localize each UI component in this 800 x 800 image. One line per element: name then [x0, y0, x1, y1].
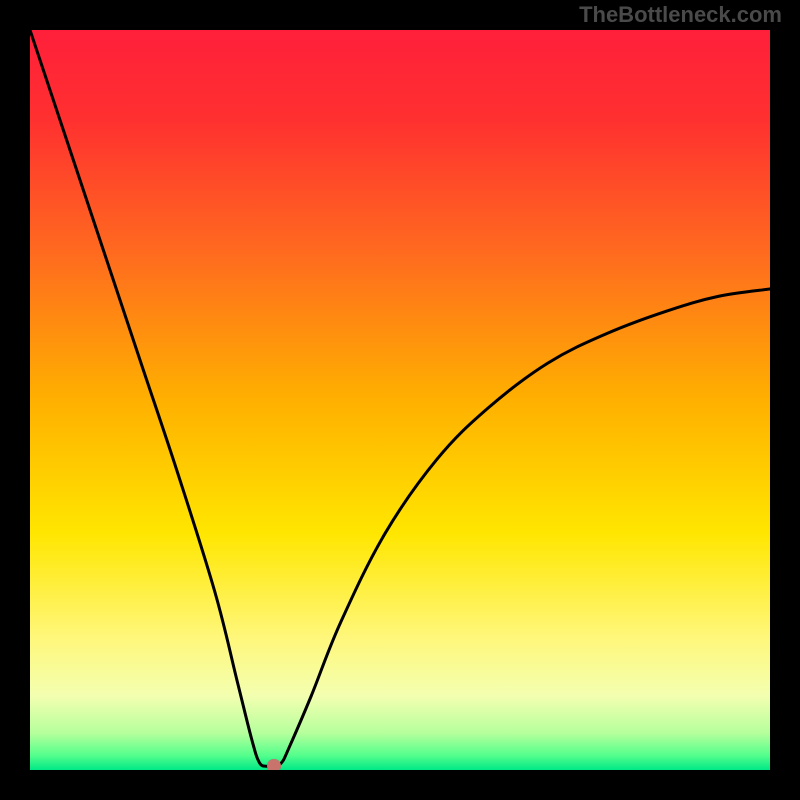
optimal-marker-icon	[267, 759, 281, 770]
bottleneck-curve	[30, 30, 770, 770]
chart-frame: TheBottleneck.com	[0, 0, 800, 800]
plot-area	[30, 30, 770, 770]
watermark-text: TheBottleneck.com	[579, 2, 782, 28]
